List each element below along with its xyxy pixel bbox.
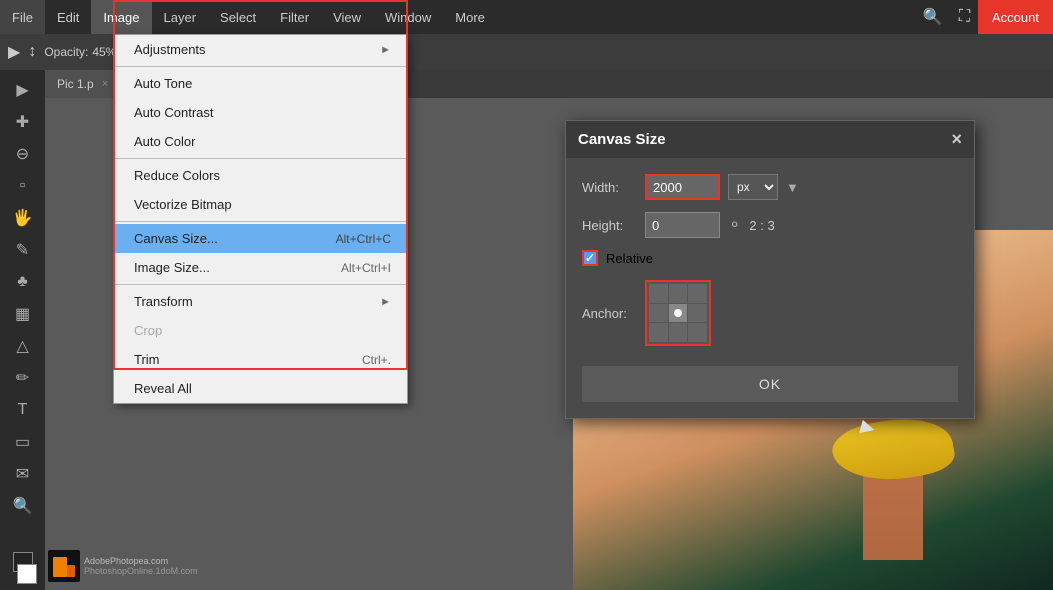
menu-item-vectorize-bitmap[interactable]: Vectorize Bitmap [114, 190, 407, 219]
menu-item-crop: Crop [114, 316, 407, 345]
dialog-close-button[interactable]: × [951, 129, 962, 150]
width-label: Width: [582, 180, 637, 195]
height-row: Height: ⚬ 2 : 3 [582, 212, 958, 238]
checkbox-checkmark: ✓ [585, 251, 595, 265]
menu-item-adjustments[interactable]: Adjustments ► [114, 35, 407, 64]
opacity-label: Opacity: [44, 45, 88, 59]
menu-separator-1 [114, 66, 407, 67]
menu-file[interactable]: File [0, 0, 45, 34]
search-icon[interactable]: 🔍 [915, 7, 951, 27]
chain-link-icon: ⚬ [728, 215, 741, 235]
doc-tab-name: Pic 1.p [57, 77, 94, 91]
width-row: Width: px cm mm in % ▼ [582, 174, 958, 200]
menu-separator-2 [114, 158, 407, 159]
menu-bar: File Edit Image Layer Select Filter View… [0, 0, 1053, 34]
menu-item-auto-color[interactable]: Auto Color [114, 127, 407, 156]
tool-lasso[interactable]: ⊖ [9, 140, 37, 168]
anchor-cell-mr[interactable] [688, 304, 707, 323]
tool-crop[interactable]: ▫ [9, 172, 37, 200]
doc-tab[interactable]: Pic 1.p × [45, 70, 121, 98]
image-size-shortcut: Alt+Ctrl+I [341, 261, 391, 275]
anchor-cell-ml[interactable] [649, 304, 668, 323]
menu-item-reduce-colors[interactable]: Reduce Colors [114, 161, 407, 190]
menu-item-trim[interactable]: Trim Ctrl+. [114, 345, 407, 374]
arrow-icon: ► [380, 44, 391, 56]
anchor-cell-tl[interactable] [649, 284, 668, 303]
dialog-body: Width: px cm mm in % ▼ Height: ⚬ 2 : 3 ✓ [566, 158, 974, 418]
menu-more[interactable]: More [443, 0, 497, 34]
fullscreen-icon[interactable]: ⛶ [951, 8, 978, 26]
menu-item-canvas-size[interactable]: Canvas Size... Alt+Ctrl+C [114, 224, 407, 253]
sidebar: ▶ ✚ ⊖ ▫ 🖐 ✎ ♣ ▦ △ ✏ T ▭ ✉ 🔍 [0, 70, 45, 590]
anchor-cell-tr[interactable] [688, 284, 707, 303]
anchor-cell-br[interactable] [688, 323, 707, 342]
menu-select[interactable]: Select [208, 0, 268, 34]
tool-eraser[interactable]: ▦ [9, 300, 37, 328]
anchor-cell-bc[interactable] [669, 323, 688, 342]
menu-item-auto-tone[interactable]: Auto Tone [114, 69, 407, 98]
menu-separator-4 [114, 284, 407, 285]
menu-window[interactable]: Window [373, 0, 443, 34]
menu-item-transform[interactable]: Transform ► [114, 287, 407, 316]
tool-arrow-icon: ▶ [8, 42, 20, 62]
menu-view[interactable]: View [321, 0, 373, 34]
trim-shortcut: Ctrl+. [362, 353, 391, 367]
canvas-size-dialog: Canvas Size × Width: px cm mm in % ▼ Hei… [565, 120, 975, 419]
menu-item-auto-contrast[interactable]: Auto Contrast [114, 98, 407, 127]
anchor-cell-mc[interactable] [669, 304, 688, 323]
unit-dropdown-icon: ▼ [786, 180, 799, 195]
menu-item-image-size[interactable]: Image Size... Alt+Ctrl+I [114, 253, 407, 282]
anchor-cell-bl[interactable] [649, 323, 668, 342]
tool-eyedropper[interactable]: 🖐 [9, 204, 37, 232]
height-label: Height: [582, 218, 637, 233]
height-input[interactable] [645, 212, 720, 238]
menu-account[interactable]: Account [978, 0, 1053, 34]
menu-separator-3 [114, 221, 407, 222]
doc-tab-close[interactable]: × [102, 78, 108, 90]
width-input[interactable] [645, 174, 720, 200]
menu-image[interactable]: Image [91, 0, 151, 34]
menu-item-reveal-all[interactable]: Reveal All [114, 374, 407, 403]
watermark-line2: PhotoshopOnline.1doM.com [84, 566, 198, 576]
arrow-icon-transform: ► [380, 296, 391, 308]
menu-edit[interactable]: Edit [45, 0, 91, 34]
tool-gradient[interactable]: △ [9, 332, 37, 360]
tool-move[interactable]: ✚ [9, 108, 37, 136]
anchor-row: Anchor: [582, 280, 958, 346]
relative-checkbox[interactable]: ✓ [582, 250, 598, 266]
tool-pen[interactable]: ✏ [9, 364, 37, 392]
ratio-display: 2 : 3 [749, 218, 774, 233]
watermark: AdobePhotopea.com PhotoshopOnline.1doM.c… [48, 550, 198, 582]
menu-filter[interactable]: Filter [268, 0, 321, 34]
width-unit-select[interactable]: px cm mm in % [728, 174, 778, 200]
tool-brush[interactable]: ✎ [9, 236, 37, 264]
canvas-size-shortcut: Alt+Ctrl+C [336, 232, 391, 246]
tool-zoom[interactable]: 🔍 [9, 492, 37, 520]
tool-text[interactable]: T [9, 396, 37, 424]
relative-label: Relative [606, 251, 653, 266]
dialog-title: Canvas Size [578, 131, 666, 148]
tool-select[interactable]: ▶ [9, 76, 37, 104]
watermark-line1: AdobePhotopea.com [84, 556, 198, 566]
tool-hand[interactable]: ✉ [9, 460, 37, 488]
anchor-label: Anchor: [582, 306, 637, 321]
image-dropdown-menu: Adjustments ► Auto Tone Auto Contrast Au… [113, 34, 408, 404]
ok-button[interactable]: OK [582, 366, 958, 402]
tool-shape[interactable]: ▭ [9, 428, 37, 456]
anchor-cell-tc[interactable] [669, 284, 688, 303]
tool-spinner-icon: ↕ [28, 43, 36, 61]
menu-layer[interactable]: Layer [152, 0, 209, 34]
dialog-title-bar: Canvas Size × [566, 121, 974, 158]
tool-clone[interactable]: ♣ [9, 268, 37, 296]
anchor-grid[interactable] [645, 280, 711, 346]
relative-row: ✓ Relative [582, 250, 958, 266]
